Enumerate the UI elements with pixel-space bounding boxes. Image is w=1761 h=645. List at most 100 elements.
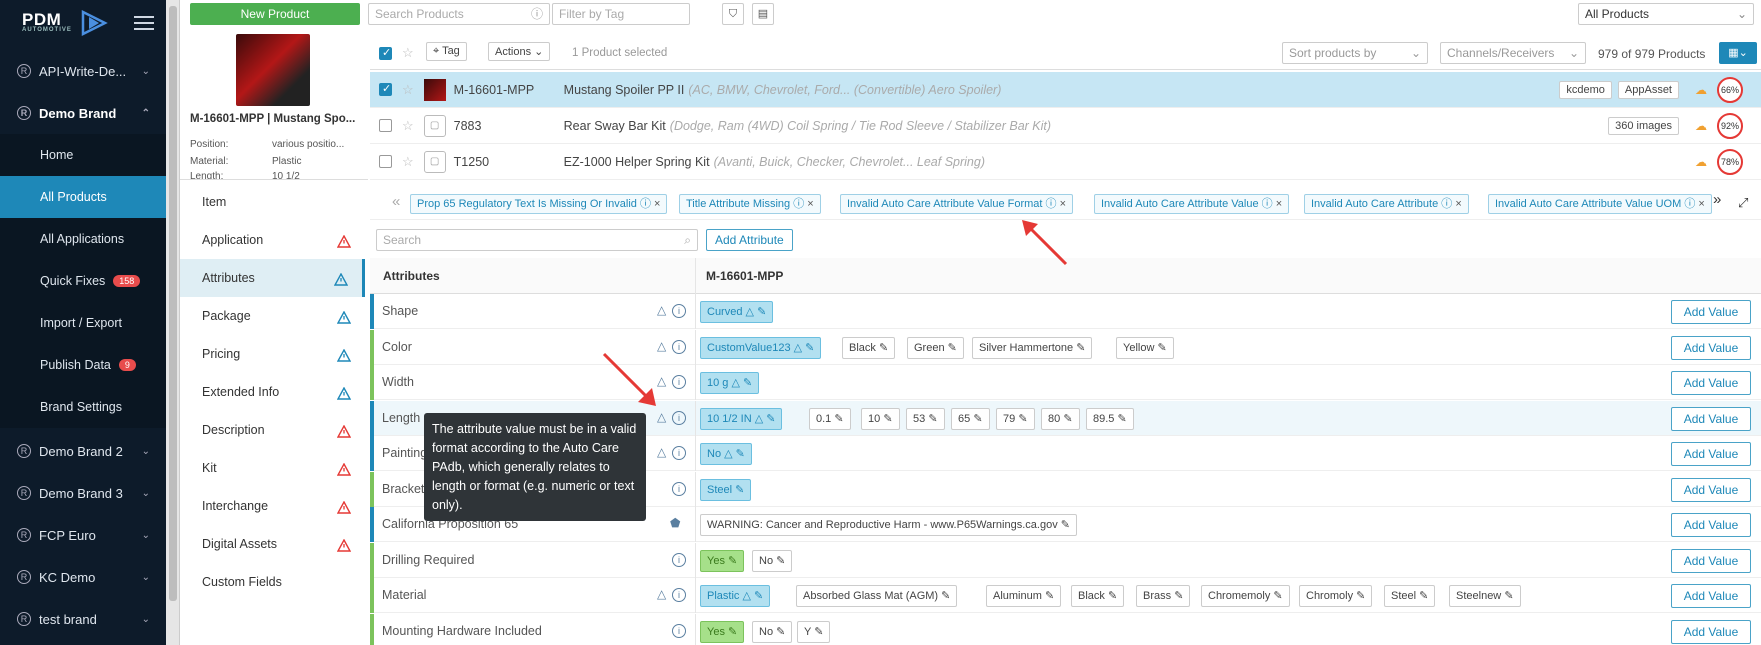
product-row[interactable]: ☆ M-16601-MPP Mustang Spoiler PP II (AC,… [370, 72, 1761, 108]
product-image[interactable] [236, 34, 310, 106]
completeness-gauge[interactable]: 78% [1717, 148, 1743, 175]
favorite-star-icon[interactable]: ☆ [402, 82, 414, 98]
attribute-value[interactable]: 0.1 ✎ [809, 407, 851, 430]
chevron-down-icon[interactable]: ⌄ [142, 66, 150, 77]
sidebar-item-5[interactable]: Publish Data 9 [0, 344, 166, 386]
edit-icon[interactable]: ✎ [941, 590, 950, 602]
attribute-value[interactable]: Curved △ ✎ [700, 301, 774, 323]
edit-icon[interactable]: ✎ [973, 413, 982, 425]
edit-icon[interactable]: ✎ [728, 626, 737, 638]
favorite-star-icon[interactable]: ☆ [402, 154, 414, 170]
section-nav-item[interactable]: Attributes [180, 259, 365, 297]
chips-prev-icon[interactable]: « [392, 193, 400, 210]
chevron-down-icon[interactable]: ⌄ [142, 572, 150, 583]
edit-icon[interactable]: ✎ [766, 413, 775, 425]
attribute-value[interactable]: Green ✎ [907, 336, 964, 359]
product-row[interactable]: ☆ ▢ T1250 EZ-1000 Helper Spring Kit (Ava… [370, 144, 1761, 180]
attribute-value[interactable]: Chromemoly ✎ [1201, 585, 1290, 607]
attribute-value[interactable]: Black ✎ [1071, 585, 1125, 607]
tag-icon[interactable]: ⬟ [670, 516, 680, 530]
select-all-checkbox[interactable] [379, 46, 392, 60]
edit-icon[interactable]: ✎ [1419, 590, 1428, 602]
edit-icon[interactable]: ✎ [928, 413, 937, 425]
attribute-value[interactable]: 65 ✎ [951, 407, 990, 430]
attribute-value[interactable]: 10 1/2 IN △ ✎ [700, 407, 783, 430]
row-checkbox[interactable] [379, 82, 392, 96]
completeness-gauge[interactable]: 66% [1717, 76, 1743, 103]
info-icon[interactable]: ⓘ [640, 198, 651, 210]
chevron-down-icon[interactable]: ⌄ [142, 446, 150, 457]
sidebar-scrollbar[interactable] [166, 0, 180, 645]
edit-icon[interactable]: ✎ [879, 342, 888, 354]
attribute-value[interactable]: 89.5 ✎ [1086, 407, 1134, 430]
sort-select[interactable]: Sort products by ⌄ [1282, 42, 1428, 64]
attribute-value[interactable]: Black ✎ [842, 336, 896, 359]
chips-next-icon[interactable]: » [1713, 191, 1721, 208]
product-thumbnail[interactable] [423, 78, 446, 101]
scrollbar-thumb[interactable] [169, 6, 177, 601]
edit-icon[interactable]: ✎ [883, 413, 892, 425]
edit-icon[interactable]: ✎ [948, 342, 957, 354]
info-icon[interactable]: i [672, 481, 686, 496]
add-attribute-button[interactable]: Add Attribute [706, 229, 793, 251]
section-nav-item[interactable]: Kit [180, 449, 365, 487]
info-icon[interactable]: i [672, 375, 686, 389]
sidebar-item-0[interactable]: Home [0, 134, 166, 176]
attribute-value[interactable]: Brass ✎ [1136, 585, 1191, 607]
section-nav-item[interactable]: Application [180, 221, 365, 259]
attribute-value[interactable]: Chromoly ✎ [1299, 585, 1373, 607]
attribute-search-input[interactable]: Search ⌕ [376, 229, 698, 251]
warning-icon[interactable]: △ [657, 303, 666, 317]
info-icon[interactable]: ⓘ [1262, 198, 1273, 210]
help-icon[interactable]: ⓘ [531, 4, 543, 24]
edit-icon[interactable]: ✎ [1018, 413, 1027, 425]
add-value-button[interactable]: Add Value [1671, 548, 1751, 573]
close-icon[interactable]: × [1060, 198, 1066, 210]
issue-filter-chip[interactable]: Invalid Auto Care Attribute ⓘ × [1304, 194, 1469, 214]
attribute-value[interactable]: Plastic △ ✎ [700, 585, 771, 607]
edit-icon[interactable]: ✎ [1063, 413, 1072, 425]
warning-icon[interactable]: △ [657, 587, 666, 601]
brand-3[interactable]: R Demo Brand 3 ⌄ [0, 472, 166, 514]
info-icon[interactable]: i [672, 410, 686, 425]
edit-icon[interactable]: ✎ [776, 555, 785, 567]
attribute-value[interactable]: 53 ✎ [906, 407, 945, 430]
attribute-value[interactable]: Yes ✎ [700, 620, 745, 643]
close-icon[interactable]: × [1698, 198, 1704, 210]
edit-icon[interactable]: ✎ [1174, 590, 1183, 602]
brand-6[interactable]: Rtest brand ⌄ [0, 598, 166, 640]
part-number[interactable]: M-16601-MPP [454, 83, 564, 97]
actions-button[interactable]: Actions ⌄ [488, 42, 551, 61]
add-value-button[interactable]: Add Value [1671, 442, 1751, 466]
new-product-button[interactable]: New Product [190, 3, 360, 25]
app-logo[interactable]: PDM AUTOMOTIVE [22, 10, 72, 33]
product-row[interactable]: ☆ ▢ 7883 Rear Sway Bar Kit (Dodge, Ram (… [370, 108, 1761, 144]
section-nav-item[interactable]: Description [180, 411, 365, 449]
info-icon[interactable]: ⓘ [1684, 198, 1695, 210]
scope-select[interactable]: All Products ⌄ [1578, 3, 1754, 25]
edit-icon[interactable]: ✎ [805, 342, 814, 354]
add-value-button[interactable]: Add Value [1671, 477, 1751, 502]
warning-icon[interactable]: △ [657, 445, 666, 459]
edit-icon[interactable]: ✎ [834, 413, 843, 425]
brand-2[interactable]: R Demo Brand 2 ⌄ [0, 430, 166, 472]
brand-1[interactable]: R Demo Brand ⌃ [0, 92, 166, 134]
close-icon[interactable]: × [1276, 198, 1282, 210]
brand-4[interactable]: R FCP Euro ⌄ [0, 514, 166, 556]
favorite-star-icon[interactable]: ☆ [402, 118, 414, 134]
chevron-down-icon[interactable]: ⌄ [142, 488, 150, 499]
edit-icon[interactable]: ✎ [1117, 413, 1126, 425]
info-icon[interactable]: ⓘ [793, 198, 804, 210]
search-products-input[interactable]: Search Products ⓘ [368, 3, 550, 25]
channels-select[interactable]: Channels/Receivers ⌄ [1440, 42, 1586, 64]
attribute-value[interactable]: CustomValue123 △ ✎ [700, 336, 822, 359]
product-thumbnail[interactable]: ▢ [423, 114, 446, 137]
add-value-button[interactable]: Add Value [1671, 584, 1751, 608]
product-name[interactable]: EZ-1000 Helper Spring Kit [564, 155, 710, 169]
attribute-value[interactable]: Absorbed Glass Mat (AGM) ✎ [796, 585, 958, 607]
attribute-value[interactable]: 10 ✎ [861, 407, 900, 430]
attribute-value[interactable]: Yellow ✎ [1116, 336, 1174, 359]
view-toggle-button[interactable]: ▦⌄ [1719, 42, 1757, 64]
search-icon[interactable]: ⌕ [684, 230, 691, 250]
part-number[interactable]: T1250 [454, 155, 564, 169]
